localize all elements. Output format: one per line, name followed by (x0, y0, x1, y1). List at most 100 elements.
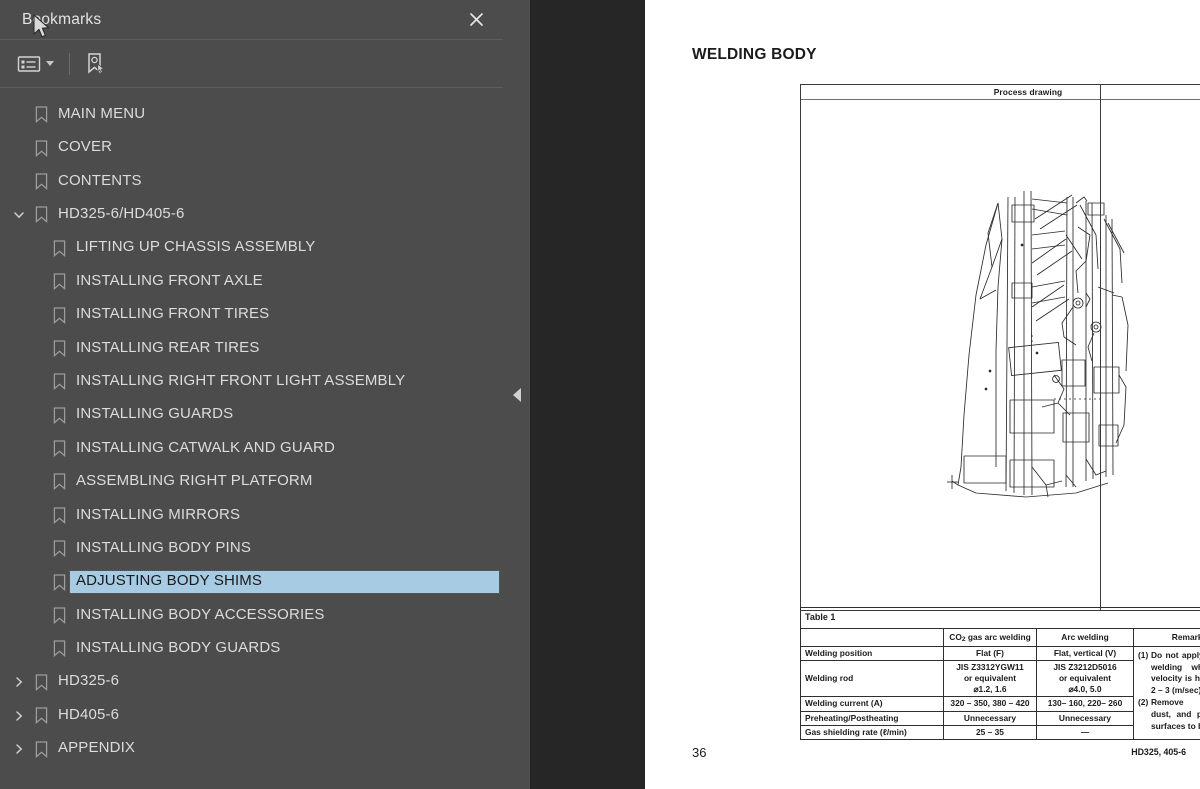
bookmark-item-label: INSTALLING BODY ACCESSORIES (76, 605, 325, 623)
bookmark-item[interactable]: INSTALLING GUARDS (0, 399, 503, 432)
bookmark-item[interactable]: HD325-6/HD405-6 (0, 198, 503, 231)
remark-number: (2) (1138, 697, 1149, 708)
bookmark-item[interactable]: INSTALLING BODY PINS (0, 532, 503, 565)
list-options-icon[interactable] (14, 49, 57, 79)
remark-text: Remove moisture, dust, and paint from su… (1151, 697, 1200, 731)
bookmark-item-label: APPENDIX (58, 739, 136, 757)
remark-number: (1) (1138, 650, 1149, 661)
cell-arc-value: Flat, vertical (V) (1036, 646, 1134, 662)
bookmark-icon (48, 473, 70, 491)
bookmark-item[interactable]: INSTALLING MIRRORS (0, 499, 503, 532)
dump-body-line-drawing (936, 175, 1156, 510)
bookmark-icon (30, 173, 52, 190)
bookmark-item-label: INSTALLING BODY PINS (76, 538, 251, 556)
bookmarks-panel: Bookmarks MAIN MENU COVER CONTENTS HD325… (0, 0, 503, 789)
bookmarks-tree[interactable]: MAIN MENU COVER CONTENTS HD325-6/HD405-6 LIF… (0, 88, 503, 789)
bookmark-icon (48, 306, 70, 324)
bookmark-item-label: HD325-6/HD405-6 (58, 204, 185, 222)
bookmark-icon (48, 373, 70, 391)
table1-caption-box (800, 607, 1200, 628)
cell-parameter: Gas shielding rate (ℓ/min) (800, 724, 944, 740)
bookmark-item[interactable]: MAIN MENU (0, 98, 503, 131)
bookmark-item-label: HD405-6 (58, 705, 120, 723)
bookmark-item[interactable]: INSTALLING FRONT AXLE (0, 265, 503, 298)
bookmark-item-label: INSTALLING CATWALK AND GUARD (76, 438, 335, 456)
bookmark-icon (48, 273, 70, 291)
bookmark-icon (48, 507, 70, 524)
cell-arc-value: JIS Z3212D5016 or equivalent ⌀4.0, 5.0 (1036, 660, 1134, 698)
bookmark-item-label: INSTALLING FRONT AXLE (76, 271, 263, 289)
cell-co2-value: 320 – 350, 380 – 420 (943, 696, 1037, 712)
process-drawing-box: Process drawing (800, 84, 1200, 611)
process-drawing-area (801, 100, 1200, 611)
document-viewer[interactable]: WELDING BODY Process drawing Table 1 CO2… (530, 0, 1200, 789)
bookmark-item[interactable]: HD405-6 (0, 699, 503, 732)
bookmark-icon (48, 407, 70, 424)
bookmark-item-label: ADJUSTING BODY SHIMS (69, 570, 500, 595)
bookmarks-panel-header: Bookmarks (0, 0, 503, 40)
bookmark-item[interactable]: ADJUSTING BODY SHIMS (0, 565, 503, 598)
bookmark-item-label: CONTENTS (58, 171, 142, 189)
collapse-left-arrow-icon[interactable] (512, 387, 521, 402)
remark-text: Do not apply CO2 gas welding when wind v… (1151, 650, 1200, 695)
th-remarks: Remarks (1133, 627, 1200, 648)
bookmark-item[interactable]: COVER (0, 131, 503, 164)
bookmark-item-label: INSTALLING REAR TIRES (76, 338, 260, 356)
th-co2: CO2 gas arc welding (943, 627, 1037, 648)
bookmark-item[interactable]: INSTALLING CATWALK AND GUARD (0, 432, 503, 465)
chevron-right-icon[interactable] (8, 710, 30, 722)
bookmark-icon (48, 540, 70, 558)
bookmark-item-label: MAIN MENU (58, 104, 146, 122)
page-title: WELDING BODY (692, 46, 817, 63)
cell-parameter: Welding position (800, 646, 944, 662)
chevron-right-icon[interactable] (8, 676, 30, 688)
bookmark-icon (30, 707, 52, 725)
bookmark-item[interactable]: ASSEMBLING RIGHT PLATFORM (0, 465, 503, 498)
bookmark-icon (30, 106, 52, 124)
bookmark-icon (48, 640, 70, 658)
table1-caption: Table 1 (805, 612, 836, 622)
document-page: WELDING BODY Process drawing Table 1 CO2… (645, 0, 1200, 789)
cell-parameter: Welding current (A) (800, 696, 944, 712)
cell-remarks: (1)Do not apply CO2 gas welding when win… (1133, 646, 1200, 740)
bookmark-icon (48, 340, 70, 357)
bookmark-item-label: INSTALLING GUARDS (76, 405, 234, 423)
bookmark-item[interactable]: INSTALLING BODY ACCESSORIES (0, 599, 503, 632)
process-drawing-header-label: Process drawing (993, 87, 1063, 97)
panel-collapse-handle[interactable] (503, 0, 530, 789)
process-drawing-right-rule (1100, 84, 1101, 611)
bookmark-item[interactable]: APPENDIX (0, 732, 503, 765)
th-arc: Arc welding (1036, 627, 1134, 648)
bookmark-icon (30, 674, 52, 691)
bookmark-item-label: INSTALLING RIGHT FRONT LIGHT ASSEMBLY (76, 371, 406, 389)
close-icon[interactable] (463, 7, 489, 33)
table-row: Welding position Flat (F) Flat, vertical (… (800, 646, 1200, 740)
bookmark-item[interactable]: INSTALLING RIGHT FRONT LIGHT ASSEMBLY (0, 365, 503, 398)
bookmark-icon (30, 139, 52, 157)
bookmark-item[interactable]: HD325-6 (0, 666, 503, 699)
chevron-right-icon[interactable] (8, 743, 30, 755)
cell-parameter: Preheating/Postheating (800, 710, 944, 726)
bookmark-icon (48, 240, 70, 257)
bookmark-item[interactable]: LIFTING UP CHASSIS ASSEMBLY (0, 232, 503, 265)
th-blank (800, 627, 944, 648)
bookmark-icon (48, 574, 70, 591)
bookmark-item[interactable]: CONTENTS (0, 165, 503, 198)
bookmark-item-label: INSTALLING MIRRORS (76, 505, 241, 523)
remark-item: (1)Do not apply CO2 gas welding when win… (1138, 650, 1200, 696)
chevron-down-icon[interactable] (8, 209, 30, 221)
cell-co2-value: 25 – 35 (943, 724, 1037, 740)
chevron-down-icon[interactable] (46, 61, 54, 66)
bookmark-icon (30, 206, 52, 224)
bookmark-item[interactable]: INSTALLING BODY GUARDS (0, 632, 503, 665)
cell-co2-value: Flat (F) (943, 646, 1037, 662)
mouse-cursor-icon (33, 14, 51, 45)
bookmark-item-label: HD325-6 (58, 672, 120, 690)
welding-spec-table: CO2 gas arc welding Arc welding Remarks … (800, 627, 1200, 740)
new-bookmark-icon[interactable] (82, 49, 110, 79)
process-drawing-header: Process drawing (801, 85, 1200, 100)
bookmark-icon (30, 740, 52, 758)
cell-co2-value: Unnecessary (943, 710, 1037, 726)
bookmark-item[interactable]: INSTALLING FRONT TIRES (0, 298, 503, 331)
bookmark-item[interactable]: INSTALLING REAR TIRES (0, 332, 503, 365)
